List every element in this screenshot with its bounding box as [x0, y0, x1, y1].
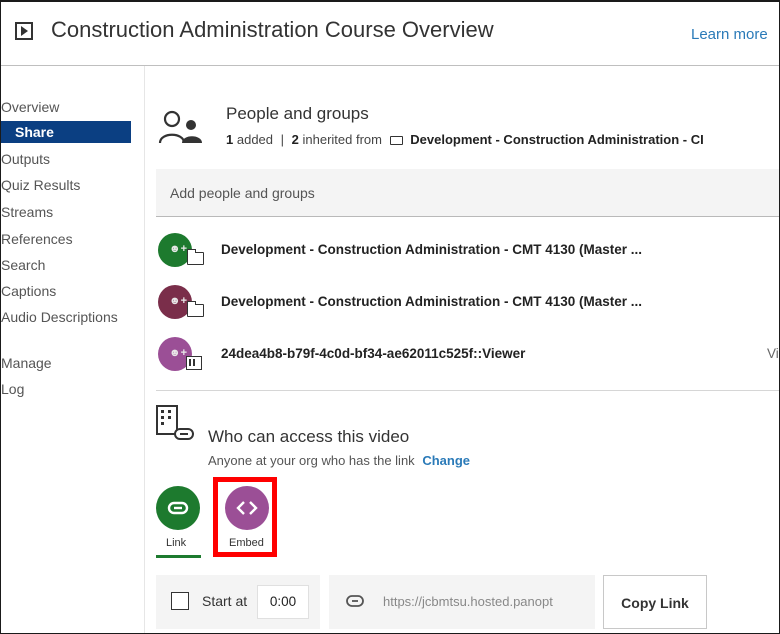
header-divider — [1, 65, 779, 66]
start-at-label: Start at — [202, 593, 248, 609]
copy-link-button[interactable]: Copy Link — [603, 575, 707, 629]
sidebar-item-quiz-results[interactable]: Quiz Results — [1, 177, 131, 193]
entry-name: 24dea4b8-b79f-4c0d-bf34-ae62011c525f::Vi… — [221, 346, 526, 361]
add-people-input[interactable]: Add people and groups — [156, 169, 779, 217]
link-share-button[interactable] — [156, 486, 200, 530]
list-item: ☻+ 24dea4b8-b79f-4c0d-bf34-ae62011c525f:… — [156, 337, 779, 377]
access-text: Anyone at your org who has the link — [208, 453, 415, 468]
group-icon: ☻+ — [169, 295, 187, 307]
sidebar-item-streams[interactable]: Streams — [1, 204, 131, 220]
sidebar-item-share[interactable]: Share — [1, 121, 131, 143]
people-summary: 1 added | 2 inherited from Development -… — [226, 132, 704, 147]
access-description: Anyone at your org who has the link Chan… — [208, 453, 470, 468]
building-icon — [186, 356, 202, 370]
group-icon: ☻+ — [169, 347, 187, 359]
sidebar-item-log[interactable]: Log — [1, 381, 131, 397]
start-at-checkbox[interactable] — [171, 592, 189, 610]
section-divider — [156, 390, 779, 391]
folder-icon — [187, 249, 204, 265]
access-title: Who can access this video — [208, 427, 410, 446]
change-access-link[interactable]: Change — [422, 453, 470, 468]
link-label: Link — [166, 537, 187, 549]
folder-icon — [187, 301, 204, 317]
sidebar-item-references[interactable]: References — [1, 231, 131, 247]
share-panel: Construction Administration Course Overv… — [0, 0, 780, 634]
start-at-group: Start at 0:00 — [156, 575, 320, 629]
people-groups-title: People and groups — [226, 104, 369, 123]
folder-icon — [389, 136, 403, 145]
people-icon — [158, 110, 202, 144]
sidebar-divider — [144, 66, 145, 633]
sidebar-item-captions[interactable]: Captions — [1, 283, 131, 299]
page-title: Construction Administration Course Overv… — [51, 17, 494, 42]
added-label: added — [236, 132, 274, 147]
summary-separator: | — [280, 132, 285, 147]
sidebar-item-overview[interactable]: Overview — [1, 99, 131, 115]
sidebar-item-outputs[interactable]: Outputs — [1, 151, 131, 167]
header: Construction Administration Course Overv… — [1, 2, 779, 62]
add-people-placeholder: Add people and groups — [170, 185, 315, 201]
group-icon: ☻+ — [169, 243, 187, 255]
share-url-field[interactable]: https://jcbmtsu.hosted.panopt — [329, 575, 595, 629]
video-player-icon — [15, 22, 33, 40]
building-link-icon — [156, 405, 194, 440]
share-url-text: https://jcbmtsu.hosted.panopt — [383, 594, 553, 609]
link-icon — [167, 501, 189, 515]
inherited-count: 2 — [291, 132, 299, 147]
inherited-label: inherited from — [302, 132, 382, 147]
sidebar-item-manage[interactable]: Manage — [1, 355, 131, 371]
start-time-input[interactable]: 0:00 — [257, 585, 309, 619]
list-item: ☻+ Development - Construction Administra… — [156, 285, 779, 325]
sidebar-item-audio-descriptions[interactable]: Audio Descriptions — [1, 309, 121, 325]
added-count: 1 — [226, 132, 234, 147]
copy-link-label: Copy Link — [621, 595, 689, 611]
sidebar-item-search[interactable]: Search — [1, 257, 131, 273]
entry-name: Development - Construction Administratio… — [221, 242, 643, 257]
highlight-box — [213, 477, 277, 557]
entry-name: Development - Construction Administratio… — [221, 294, 643, 309]
role-dropdown[interactable]: Vi — [767, 346, 779, 361]
learn-more-link[interactable]: Learn more — [691, 26, 768, 43]
list-item: ☻+ Development - Construction Administra… — [156, 233, 779, 273]
link-icon — [346, 595, 364, 607]
inherited-folder-link[interactable]: Development - Construction Administratio… — [410, 132, 703, 147]
selected-tab-indicator — [156, 555, 201, 558]
